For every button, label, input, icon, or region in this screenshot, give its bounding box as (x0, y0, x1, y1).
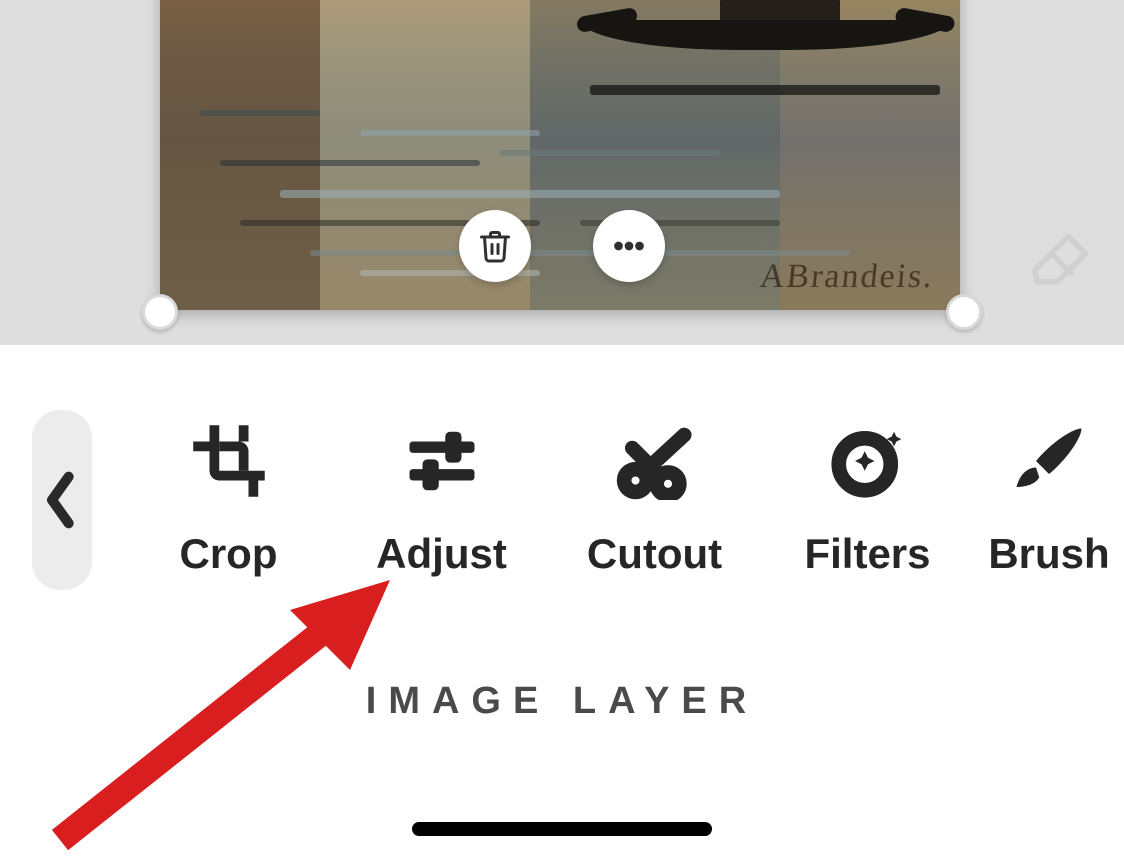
filters-icon (829, 422, 907, 500)
tool-label: Cutout (587, 530, 722, 578)
tool-label: Crop (180, 530, 278, 578)
more-button[interactable] (593, 210, 665, 282)
tool-label: Adjust (376, 530, 507, 578)
eraser-icon (1026, 228, 1094, 296)
crop-icon (190, 422, 268, 500)
editor-canvas: ABrandeis. (0, 0, 1124, 345)
back-button[interactable] (32, 410, 92, 590)
tool-label: Brush (988, 530, 1109, 578)
delete-button[interactable] (459, 210, 531, 282)
resize-handle-bottom-left[interactable] (142, 294, 178, 330)
tool-brush[interactable]: Brush (974, 422, 1124, 578)
resize-handle-bottom-right[interactable] (946, 294, 982, 330)
eraser-tool[interactable] (1026, 228, 1094, 296)
tool-list: Crop Adjust Cu (92, 422, 1124, 578)
brush-icon (1010, 422, 1088, 500)
trash-icon (477, 228, 513, 264)
painting-gondola (580, 0, 950, 60)
tool-filters[interactable]: Filters (761, 422, 974, 578)
section-title: IMAGE LAYER (0, 680, 1124, 723)
home-indicator[interactable] (412, 822, 712, 836)
tool-label: Filters (804, 530, 930, 578)
adjust-icon (403, 422, 481, 500)
more-icon (611, 228, 647, 264)
tool-strip: Crop Adjust Cu (0, 390, 1124, 610)
floating-actions (0, 210, 1124, 282)
chevron-left-icon (42, 470, 82, 530)
tool-cutout[interactable]: Cutout (548, 422, 761, 578)
tool-crop[interactable]: Crop (122, 422, 335, 578)
tool-adjust[interactable]: Adjust (335, 422, 548, 578)
scissors-icon (616, 422, 694, 500)
